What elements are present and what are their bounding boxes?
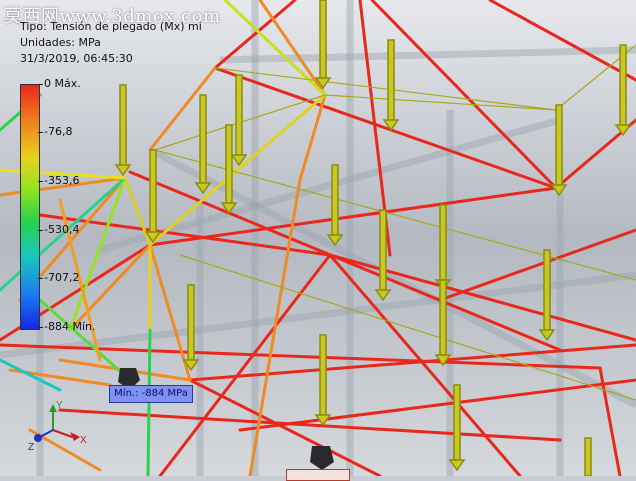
- result-type-label: Tipo: Tensión de plegado (Mx) mi: [20, 20, 202, 33]
- legend-label: -530,4: [44, 223, 80, 236]
- legend-label: -707,2: [44, 271, 80, 284]
- legend-label: -353,6: [44, 174, 80, 187]
- triad-x-label: X: [80, 435, 87, 446]
- color-legend-bar: [20, 84, 40, 330]
- legend-tick: [38, 327, 43, 328]
- legend-label-min: -884 Mín.: [44, 320, 96, 333]
- timestamp-label: 31/3/2019, 06:45:30: [20, 52, 133, 65]
- legend-label-max: 0 Máx.: [44, 77, 81, 90]
- min-value-callout[interactable]: Mín.: -884 MPa: [109, 385, 193, 403]
- legend-tick: [38, 84, 43, 85]
- probe-callout-tag[interactable]: [286, 469, 350, 481]
- triad-z-label: Z: [28, 442, 34, 453]
- legend-tick: [38, 278, 43, 279]
- legend-label: -76,8: [44, 125, 73, 138]
- legend-tick: [38, 181, 43, 182]
- legend-tick: [38, 132, 43, 133]
- legend-tick: [38, 230, 43, 231]
- triad-y-label: Y: [56, 400, 63, 411]
- units-label: Unidades: MPa: [20, 36, 101, 49]
- model-viewport[interactable]: Y X Z: [0, 0, 636, 476]
